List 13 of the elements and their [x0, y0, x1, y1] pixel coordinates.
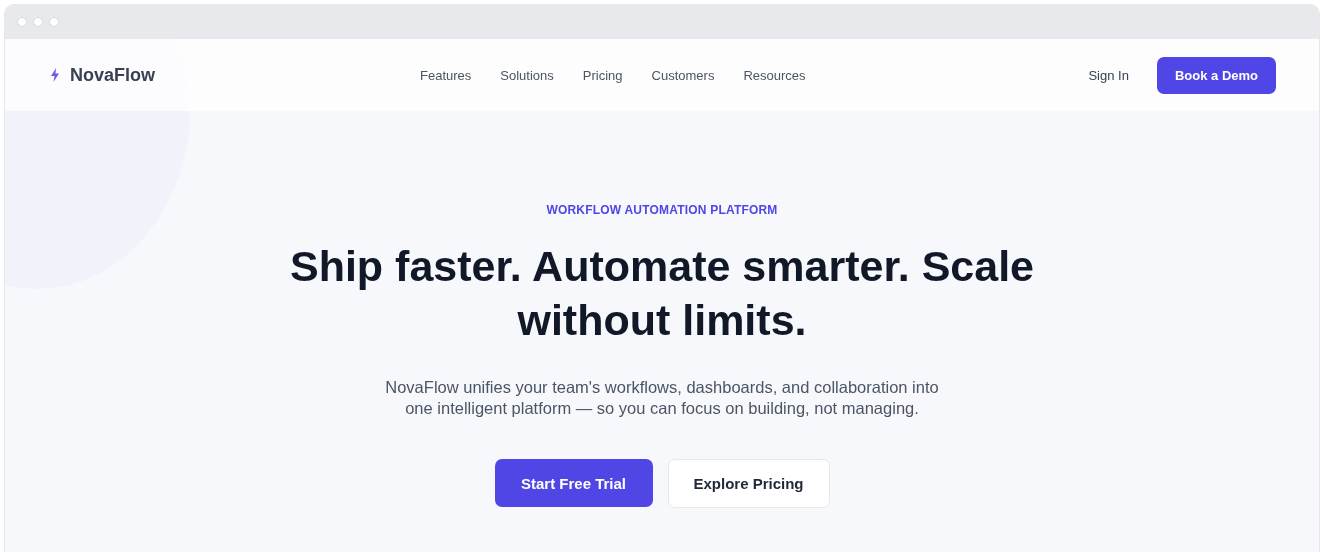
start-trial-button[interactable]: Start Free Trial — [494, 459, 653, 507]
nav-link[interactable]: Solutions — [500, 67, 554, 83]
sign-in-link[interactable]: Sign In — [1088, 67, 1129, 83]
hero-subtitle: NovaFlow unifies your team's workflows, dashboards, and collaboration into one intelligent platform — so you can focus on building, not managing. — [384, 377, 940, 419]
nav-link[interactable]: Customers — [651, 67, 715, 83]
brand-logo[interactable]: NovaFlow — [50, 64, 420, 86]
nav-link[interactable]: Features — [420, 67, 472, 83]
hero-headline: Ship faster. Automate smarter. Scale without limits. — [288, 241, 1035, 346]
book-demo-button[interactable]: Book a Demo — [1156, 56, 1276, 94]
nav-link[interactable]: Resources — [743, 67, 806, 83]
explore-pricing-button[interactable]: Explore Pricing — [667, 459, 830, 508]
nav-link[interactable]: Pricing — [582, 67, 623, 83]
eyebrow-label: WORKFLOW AUTOMATION PLATFORM — [546, 203, 778, 217]
